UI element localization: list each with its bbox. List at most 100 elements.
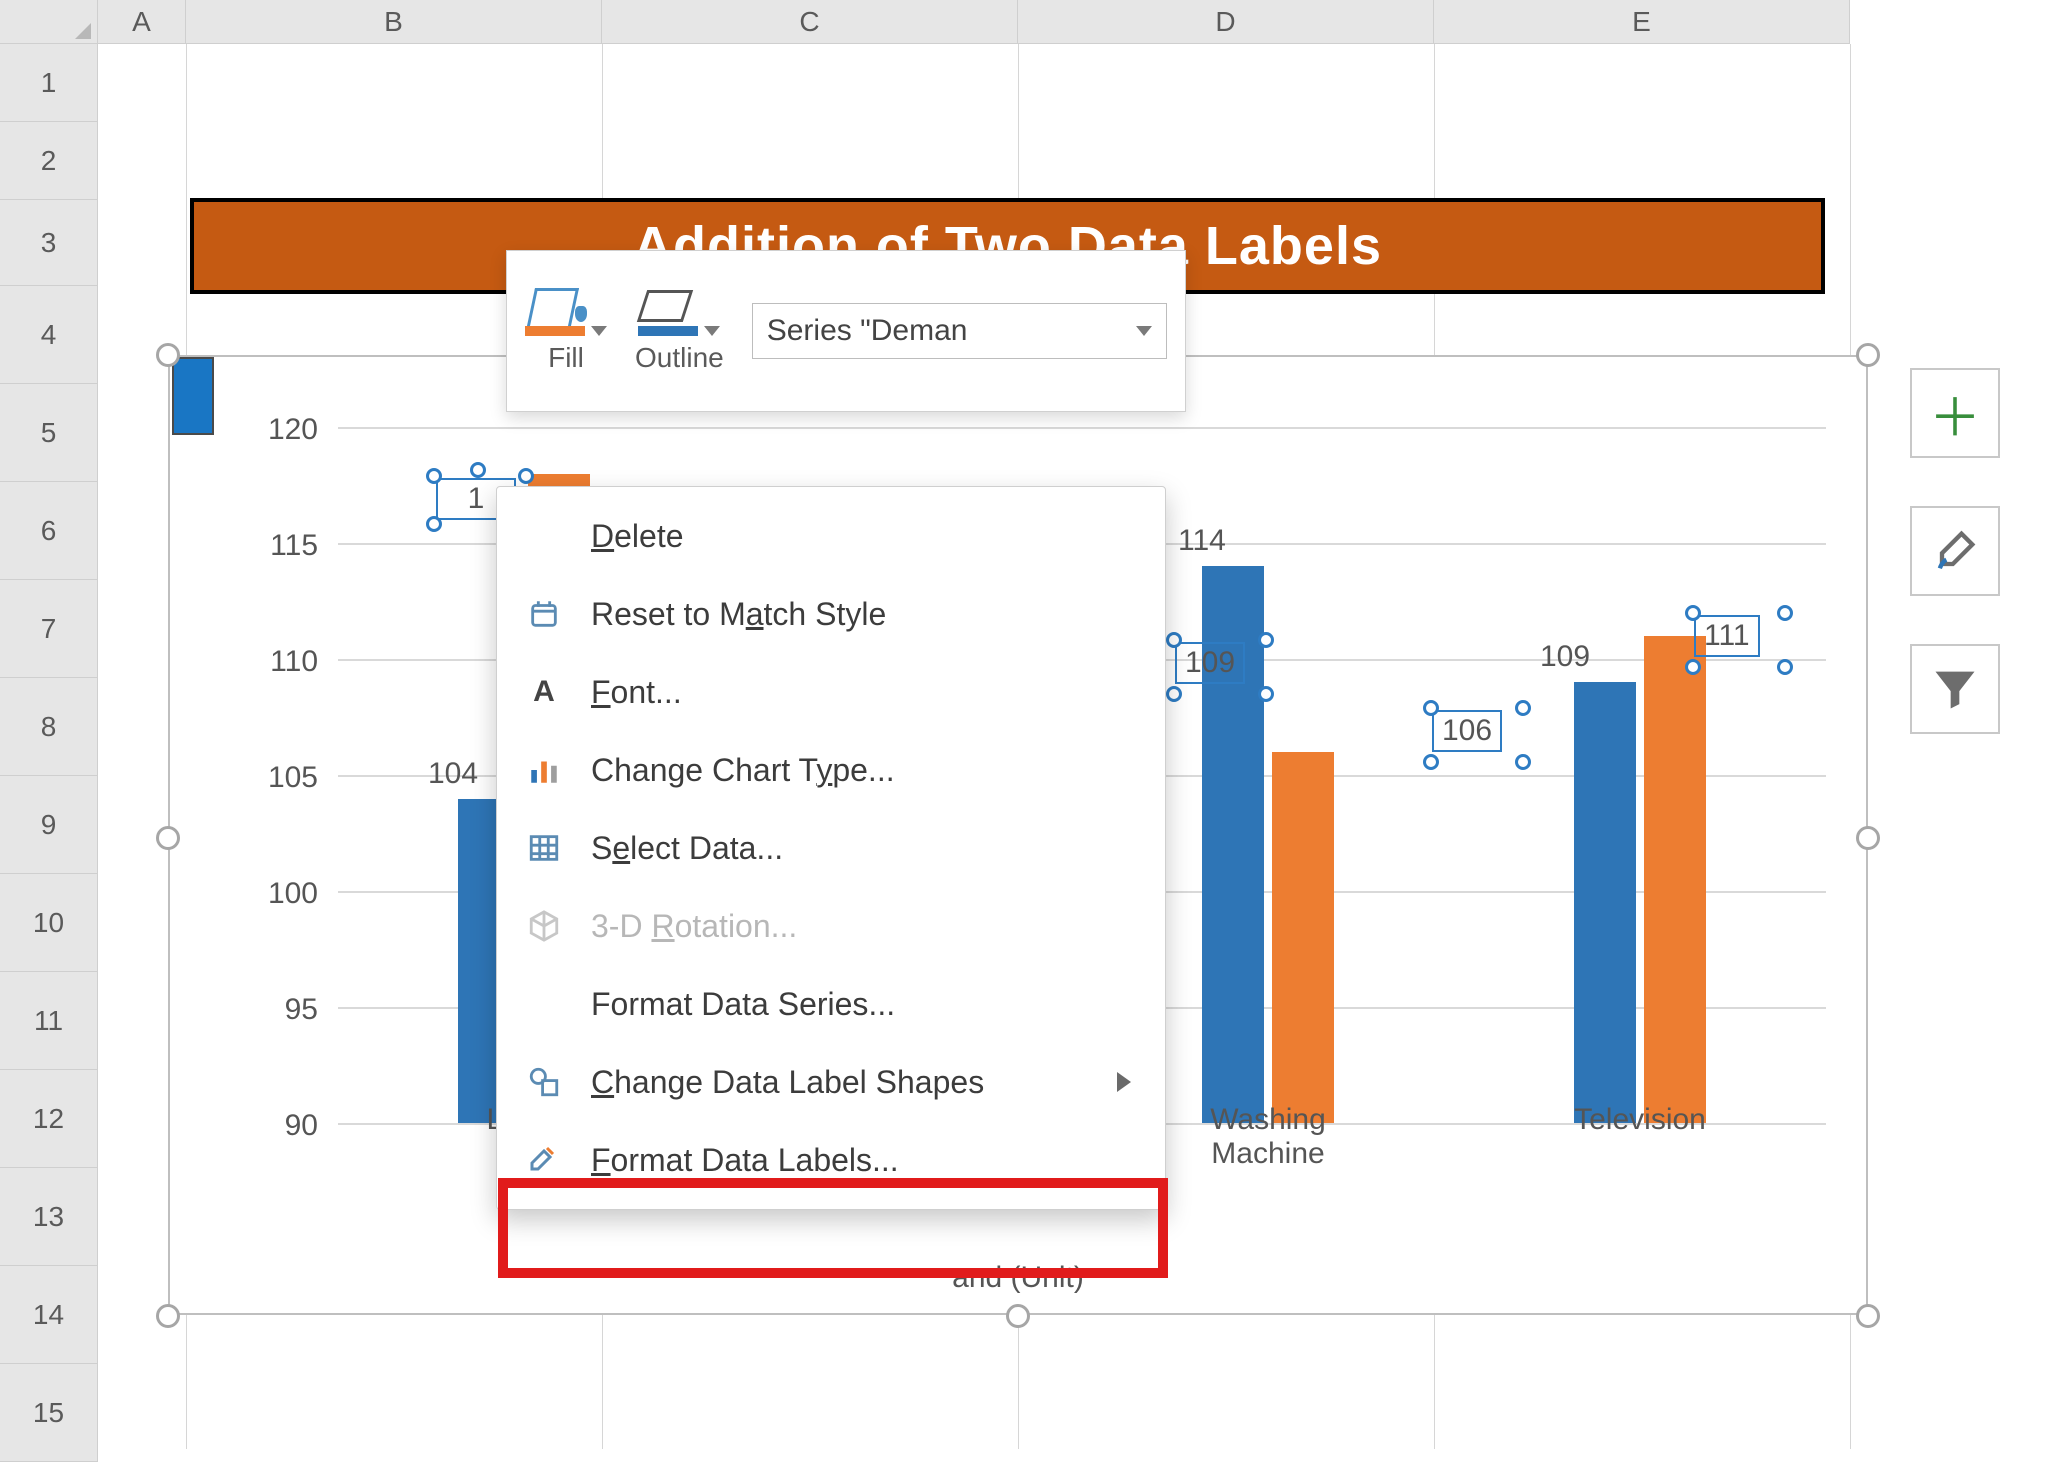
selection-dot[interactable] bbox=[1423, 754, 1439, 770]
selection-dot[interactable] bbox=[1423, 700, 1439, 716]
data-label-supply[interactable]: 104 bbox=[428, 757, 478, 791]
row-header-11[interactable]: 11 bbox=[0, 972, 98, 1070]
row-header-5[interactable]: 5 bbox=[0, 384, 98, 482]
y-tick: 100 bbox=[218, 877, 318, 911]
selection-handle[interactable] bbox=[156, 826, 180, 850]
row-header-12[interactable]: 12 bbox=[0, 1070, 98, 1168]
category-label: Television bbox=[1454, 1103, 1826, 1193]
row-header-15[interactable]: 15 bbox=[0, 1364, 98, 1462]
row-header-3[interactable]: 3 bbox=[0, 200, 98, 286]
y-tick: 120 bbox=[218, 413, 318, 447]
row-header-2[interactable]: 2 bbox=[0, 122, 98, 200]
row-header-7[interactable]: 7 bbox=[0, 580, 98, 678]
selection-handle[interactable] bbox=[1856, 826, 1880, 850]
bar-demand[interactable] bbox=[1644, 636, 1706, 1123]
selection-handle[interactable] bbox=[1856, 1304, 1880, 1328]
chart-legend-partial[interactable]: and (Unit) bbox=[952, 1261, 1084, 1295]
selection-dot[interactable] bbox=[1515, 754, 1531, 770]
fill-label: Fill bbox=[548, 342, 584, 374]
menu-select-data[interactable]: Select Data... bbox=[497, 809, 1165, 887]
row-header-6[interactable]: 6 bbox=[0, 482, 98, 580]
row-header-10[interactable]: 10 bbox=[0, 874, 98, 972]
chart-styles-button[interactable] bbox=[1910, 506, 2000, 596]
menu-3d-rotation: 3-D Rotation... bbox=[497, 887, 1165, 965]
selection-dot[interactable] bbox=[1258, 686, 1274, 702]
menu-font[interactable]: A Font... bbox=[497, 653, 1165, 731]
data-label-demand-selected[interactable]: 109 bbox=[1175, 642, 1245, 684]
chevron-down-icon[interactable] bbox=[591, 326, 607, 336]
data-label-supply[interactable]: 114 bbox=[1178, 524, 1226, 558]
row-header-9[interactable]: 9 bbox=[0, 776, 98, 874]
row-header-4[interactable]: 4 bbox=[0, 286, 98, 384]
chart-elements-button[interactable]: ＋ bbox=[1910, 368, 2000, 458]
column-header-B[interactable]: B bbox=[186, 0, 602, 44]
menu-format-data-labels[interactable]: Format Data Labels... bbox=[497, 1121, 1165, 1199]
y-tick: 90 bbox=[218, 1109, 318, 1143]
row-headers: 1 2 3 4 5 6 7 8 9 10 11 12 13 14 15 bbox=[0, 44, 98, 1462]
selection-dot[interactable] bbox=[1685, 659, 1701, 675]
selection-dot[interactable] bbox=[470, 462, 486, 478]
row-header-13[interactable]: 13 bbox=[0, 1168, 98, 1266]
selection-handle[interactable] bbox=[1856, 343, 1880, 367]
menu-change-data-label-shapes[interactable]: Change Data Label Shapes bbox=[497, 1043, 1165, 1121]
fill-color-button[interactable]: Fill bbox=[525, 288, 607, 374]
row-header-8[interactable]: 8 bbox=[0, 678, 98, 776]
funnel-icon bbox=[1929, 663, 1981, 715]
cube-icon bbox=[523, 905, 565, 947]
menu-delete[interactable]: Delete bbox=[497, 497, 1165, 575]
chart-blue-indicator bbox=[172, 357, 214, 435]
y-tick: 105 bbox=[218, 761, 318, 795]
selection-dot[interactable] bbox=[1166, 632, 1182, 648]
row-header-14[interactable]: 14 bbox=[0, 1266, 98, 1364]
y-tick: 110 bbox=[218, 645, 318, 679]
selection-dot[interactable] bbox=[1685, 605, 1701, 621]
y-tick: 115 bbox=[218, 529, 318, 563]
menu-format-data-series[interactable]: Format Data Series... bbox=[497, 965, 1165, 1043]
column-header-A[interactable]: A bbox=[98, 0, 186, 44]
chart-type-icon bbox=[523, 749, 565, 791]
y-tick: 95 bbox=[218, 993, 318, 1027]
fill-bucket-icon bbox=[525, 288, 585, 336]
chevron-down-icon[interactable] bbox=[704, 326, 720, 336]
selection-dot[interactable] bbox=[426, 516, 442, 532]
format-label-icon bbox=[523, 1139, 565, 1181]
row-header-1[interactable]: 1 bbox=[0, 44, 98, 122]
data-label-demand-selected[interactable]: 111 bbox=[1694, 615, 1760, 657]
selection-dot[interactable] bbox=[1777, 605, 1793, 621]
selection-dot[interactable] bbox=[426, 468, 442, 484]
chevron-down-icon[interactable] bbox=[1136, 326, 1152, 336]
column-header-E[interactable]: E bbox=[1434, 0, 1850, 44]
plus-icon: ＋ bbox=[1929, 376, 1981, 451]
column-header-C[interactable]: C bbox=[602, 0, 1018, 44]
selection-dot[interactable] bbox=[1166, 686, 1182, 702]
select-data-icon bbox=[523, 827, 565, 869]
data-label-supply[interactable]: 109 bbox=[1540, 640, 1590, 674]
chart-side-buttons: ＋ bbox=[1910, 368, 2000, 734]
blank-icon bbox=[523, 515, 565, 557]
blank-icon bbox=[523, 983, 565, 1025]
selection-dot[interactable] bbox=[1258, 632, 1274, 648]
outline-pen-icon bbox=[638, 288, 698, 336]
select-all-triangle[interactable] bbox=[0, 0, 98, 44]
mini-format-toolbar[interactable]: Fill Outline Series "Deman bbox=[506, 250, 1186, 412]
brush-icon bbox=[1929, 525, 1981, 577]
selection-handle[interactable] bbox=[156, 1304, 180, 1328]
selection-dot[interactable] bbox=[1777, 659, 1793, 675]
selection-dot[interactable] bbox=[518, 468, 534, 484]
selection-dot[interactable] bbox=[1515, 700, 1531, 716]
outline-color-button[interactable]: Outline bbox=[635, 288, 724, 374]
selection-handle[interactable] bbox=[1006, 1304, 1030, 1328]
menu-reset-match-style[interactable]: Reset to Match Style bbox=[497, 575, 1165, 653]
worksheet: A B C D E 1 2 3 4 5 6 7 8 9 10 11 12 13 … bbox=[0, 0, 2048, 1449]
context-menu[interactable]: Delete Reset to Match Style A Font... Ch… bbox=[496, 486, 1166, 1210]
chart-filters-button[interactable] bbox=[1910, 644, 2000, 734]
y-axis: 120 115 110 105 100 95 90 bbox=[218, 427, 328, 1123]
menu-change-chart-type[interactable]: Change Chart Type... bbox=[497, 731, 1165, 809]
column-header-D[interactable]: D bbox=[1018, 0, 1434, 44]
series-selector-dropdown[interactable]: Series "Deman bbox=[752, 303, 1167, 359]
selection-handle[interactable] bbox=[156, 343, 180, 367]
bar-demand[interactable] bbox=[1272, 752, 1334, 1123]
data-label-demand-selected[interactable]: 106 bbox=[1432, 710, 1502, 752]
bar-supply[interactable] bbox=[1574, 682, 1636, 1123]
shapes-icon bbox=[523, 1061, 565, 1103]
